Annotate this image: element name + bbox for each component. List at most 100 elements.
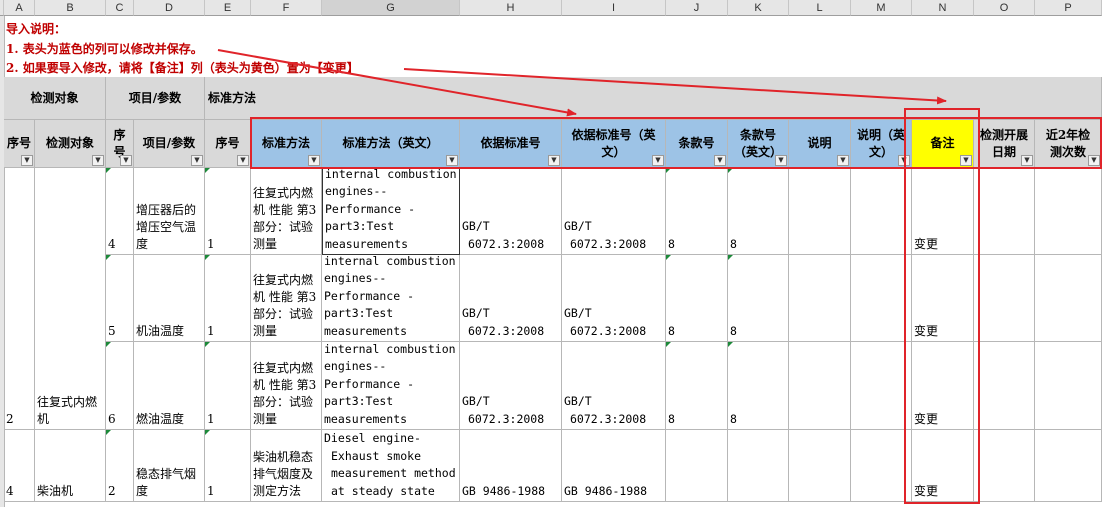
col-header-p[interactable]: P bbox=[1035, 0, 1102, 16]
filter-dropdown-icon[interactable]: ▼ bbox=[237, 155, 249, 166]
table-cell-clause[interactable]: 8 bbox=[666, 168, 728, 255]
table-cell-clause[interactable]: 8 bbox=[666, 255, 728, 342]
table-cell-desc[interactable] bbox=[789, 342, 851, 430]
table-cell-clause[interactable] bbox=[666, 430, 728, 502]
table-cell-method[interactable]: 往复式内燃机 性能 第3部分：试验测量 bbox=[251, 342, 322, 430]
table-cell-times[interactable] bbox=[1035, 168, 1102, 255]
col-header-l[interactable]: L bbox=[789, 0, 851, 16]
col-header-g[interactable]: G bbox=[322, 0, 460, 16]
col-header-j[interactable]: J bbox=[666, 0, 728, 16]
table-cell-desc[interactable] bbox=[789, 430, 851, 502]
table-cell-desc-en[interactable] bbox=[851, 342, 912, 430]
import-instruction-1[interactable]: 1. 表头为蓝色的列可以修改并保存。 bbox=[6, 40, 203, 57]
col-header-e[interactable]: E bbox=[205, 0, 251, 16]
col-header-n[interactable]: N bbox=[912, 0, 974, 16]
table-cell-basis[interactable]: GB 9486-1988 bbox=[460, 430, 562, 502]
header-seq-c[interactable]: 序号 ▼ bbox=[106, 120, 134, 168]
table-cell-clause-en[interactable] bbox=[728, 430, 789, 502]
table-cell-clause-en[interactable]: 8 bbox=[728, 342, 789, 430]
col-header-b[interactable]: B bbox=[35, 0, 106, 16]
table-cell-seq2[interactable]: 1 bbox=[205, 342, 251, 430]
error-indicator-icon bbox=[666, 255, 671, 260]
table-cell-desc-en[interactable] bbox=[851, 430, 912, 502]
table-cell-clause-en[interactable]: 8 bbox=[728, 168, 789, 255]
filter-dropdown-icon[interactable]: ▼ bbox=[21, 155, 33, 166]
table-cell-basis-en[interactable]: GB/T 6072.3:2008 bbox=[562, 168, 666, 255]
filter-dropdown-icon[interactable]: ▼ bbox=[120, 155, 132, 166]
object-name-cell[interactable]: 柴油机 bbox=[35, 430, 106, 502]
table-cell-method-en[interactable]: Diesel engine-Exhaust smoke measurement … bbox=[322, 430, 460, 502]
table-cell-seq2[interactable]: 1 bbox=[205, 430, 251, 502]
table-cell-desc[interactable] bbox=[789, 255, 851, 342]
table-cell-basis-en[interactable]: GB/T 6072.3:2008 bbox=[562, 342, 666, 430]
table-cell-start-date[interactable] bbox=[974, 168, 1035, 255]
cell-value: GB/T 6072.3:2008 bbox=[564, 394, 647, 426]
table-cell-times[interactable] bbox=[1035, 342, 1102, 430]
col-header-d[interactable]: D bbox=[134, 0, 205, 16]
col-header-f[interactable]: F bbox=[251, 0, 322, 16]
table-cell-times[interactable] bbox=[1035, 430, 1102, 502]
filter-dropdown-icon[interactable]: ▼ bbox=[191, 155, 203, 166]
table-cell-item[interactable]: 燃油温度 bbox=[134, 342, 205, 430]
object-name-cell[interactable]: 往复式内燃机 bbox=[35, 168, 106, 430]
header-item[interactable]: 项目/参数 ▼ bbox=[134, 120, 205, 168]
table-cell-method[interactable]: 往复式内燃机 性能 第3部分：试验测量 bbox=[251, 168, 322, 255]
col-header-i[interactable]: I bbox=[562, 0, 666, 16]
table-cell-basis[interactable]: GB/T 6072.3:2008 bbox=[460, 168, 562, 255]
table-cell-item[interactable]: 增压器后的增压空气温度 bbox=[134, 168, 205, 255]
table-cell-seq[interactable]: 4 bbox=[106, 168, 134, 255]
table-cell-desc-en[interactable] bbox=[851, 255, 912, 342]
col-header-m[interactable]: M bbox=[851, 0, 912, 16]
table-cell-desc[interactable] bbox=[789, 168, 851, 255]
table-cell-clause-en[interactable]: 8 bbox=[728, 255, 789, 342]
cell-value: Reciprocating internal combustion engine… bbox=[324, 255, 456, 338]
table-cell-basis[interactable]: GB/T 6072.3:2008 bbox=[460, 255, 562, 342]
group-header-object-label: 检测对象 bbox=[30, 90, 79, 105]
table-cell-item[interactable]: 机油温度 bbox=[134, 255, 205, 342]
col-header-o[interactable]: O bbox=[974, 0, 1035, 16]
table-cell-seq[interactable]: 6 bbox=[106, 342, 134, 430]
table-cell-method[interactable]: 柴油机稳态排气烟度及测定方法 bbox=[251, 430, 322, 502]
object-seq-cell[interactable]: 4 bbox=[4, 430, 35, 502]
table-cell-desc-en[interactable] bbox=[851, 168, 912, 255]
table-cell-seq[interactable]: 5 bbox=[106, 255, 134, 342]
table-cell-start-date[interactable] bbox=[974, 430, 1035, 502]
cell-value: 8 bbox=[668, 411, 675, 426]
error-indicator-icon bbox=[728, 342, 733, 347]
table-cell-item[interactable]: 稳态排气烟度 bbox=[134, 430, 205, 502]
cell-value: 增压器后的增压空气温度 bbox=[136, 203, 197, 251]
table-cell-seq2[interactable]: 1 bbox=[205, 255, 251, 342]
col-header-a[interactable]: A bbox=[4, 0, 35, 16]
table-cell-basis-en[interactable]: GB/T 6072.3:2008 bbox=[562, 255, 666, 342]
table-cell-seq[interactable]: 2 bbox=[106, 430, 134, 502]
col-header-c[interactable]: C bbox=[106, 0, 134, 16]
object-seq-cell[interactable]: 2 bbox=[4, 168, 35, 430]
cell-value: 5 bbox=[108, 324, 116, 338]
col-header-h[interactable]: H bbox=[460, 0, 562, 16]
header-object[interactable]: 检测对象 ▼ bbox=[35, 120, 106, 168]
table-cell-seq2[interactable]: 1 bbox=[205, 168, 251, 255]
table-cell-method-en[interactable]: Reciprocating internal combustion engine… bbox=[322, 342, 460, 430]
table-cell-start-date[interactable] bbox=[974, 342, 1035, 430]
cell-value: Reciprocating internal combustion engine… bbox=[324, 342, 456, 426]
table-cell-method-en-selected[interactable]: Reciprocating internal combustion engine… bbox=[322, 168, 460, 255]
table-cell-basis-en[interactable]: GB 9486-1988 bbox=[562, 430, 666, 502]
cell-value: 往复式内燃机 性能 第3部分：试验测量 bbox=[253, 186, 317, 251]
header-seq-a[interactable]: 序号 ▼ bbox=[4, 120, 35, 168]
error-indicator-icon bbox=[205, 342, 210, 347]
group-header-object[interactable]: 检测对象 bbox=[4, 77, 106, 120]
import-instruction-2[interactable]: 2. 如果要导入修改，请将【备注】列（表头为黄色）置为【变更】 bbox=[6, 59, 359, 76]
table-cell-method-en[interactable]: Reciprocating internal combustion engine… bbox=[322, 255, 460, 342]
error-indicator-icon bbox=[106, 430, 111, 435]
group-header-item[interactable]: 项目/参数 bbox=[106, 77, 205, 120]
table-cell-start-date[interactable] bbox=[974, 255, 1035, 342]
table-cell-basis[interactable]: GB/T 6072.3:2008 bbox=[460, 342, 562, 430]
header-seq-e[interactable]: 序号 ▼ bbox=[205, 120, 251, 168]
table-cell-clause[interactable]: 8 bbox=[666, 342, 728, 430]
table-cell-times[interactable] bbox=[1035, 255, 1102, 342]
import-instructions-title[interactable]: 导入说明： bbox=[6, 20, 66, 37]
col-header-k[interactable]: K bbox=[728, 0, 789, 16]
cell-value: GB 9486-1988 bbox=[462, 483, 546, 498]
filter-dropdown-icon[interactable]: ▼ bbox=[92, 155, 104, 166]
table-cell-method[interactable]: 往复式内燃机 性能 第3部分：试验测量 bbox=[251, 255, 322, 342]
